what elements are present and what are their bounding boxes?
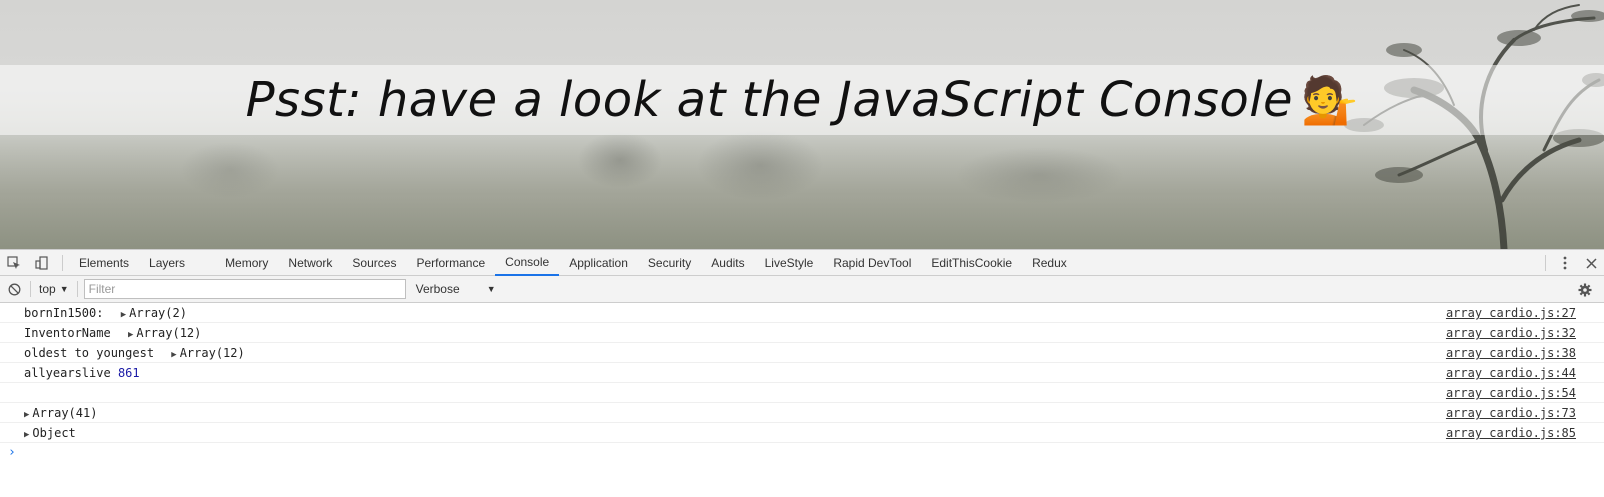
console-message: bornIn1500: ▶ Array(2) array cardio.js:27 — [0, 303, 1604, 323]
devtools-tabbar: Elements Layers Memory Network Sources Perfor… — [0, 250, 1604, 276]
devtools-panel: Elements Layers Memory Network Sources Perfor… — [0, 249, 1604, 497]
tab-memory[interactable]: Memory — [215, 250, 278, 276]
console-message: array cardio.js:54 — [0, 383, 1604, 403]
expand-triangle-icon[interactable]: ▶ — [121, 305, 126, 325]
tab-list: Elements Layers Memory Network Sources Perfor… — [69, 250, 1077, 276]
source-link[interactable]: array cardio.js:73 — [1446, 403, 1576, 423]
source-link[interactable]: array cardio.js:27 — [1446, 303, 1576, 323]
console-message: ▶ Array(41) array cardio.js:73 — [0, 403, 1604, 423]
console-output: bornIn1500: ▶ Array(2) array cardio.js:27 I… — [0, 303, 1604, 443]
tab-performance[interactable]: Performance — [406, 250, 495, 276]
tabbar-actions — [1545, 250, 1604, 276]
banner-title: Psst: have a look at the JavaScript Cons… — [245, 72, 1294, 128]
source-link[interactable]: array cardio.js:38 — [1446, 343, 1576, 363]
context-selector[interactable]: top ▼ — [33, 279, 75, 299]
expandable-value[interactable]: Array(2) — [129, 306, 187, 320]
source-link[interactable]: array cardio.js:54 — [1446, 383, 1576, 403]
tab-security[interactable]: Security — [638, 250, 701, 276]
expandable-value[interactable]: Object — [32, 426, 75, 440]
console-toolbar: top ▼ Verbose ▼ — [0, 276, 1604, 303]
tab-separator — [1545, 255, 1546, 271]
tab-audits[interactable]: Audits — [701, 250, 754, 276]
log-levels-label: Verbose — [415, 282, 460, 296]
gear-icon[interactable] — [1572, 277, 1598, 303]
source-link[interactable]: array cardio.js:32 — [1446, 323, 1576, 343]
console-message: ▶ Object array cardio.js:85 — [0, 423, 1604, 443]
tab-elements[interactable]: Elements — [69, 250, 139, 276]
console-prompt[interactable]: › — [0, 443, 1604, 463]
console-message: oldest to youngest ▶ Array(12) array cardi… — [0, 343, 1604, 363]
message-label: InventorName — [24, 326, 111, 340]
tab-redux[interactable]: Redux — [1022, 250, 1077, 276]
expand-triangle-icon[interactable]: ▶ — [24, 405, 29, 425]
chevron-down-icon: ▼ — [59, 284, 69, 294]
message-label: bornIn1500: — [24, 306, 104, 320]
console-message: InventorName ▶ Array(12) array cardio.js:3… — [0, 323, 1604, 343]
console-message: allyearslive 861 array cardio.js:44 — [0, 363, 1604, 383]
message-value: 861 — [117, 366, 140, 380]
clear-console-icon[interactable] — [0, 276, 28, 302]
expandable-value[interactable]: Array(12) — [136, 326, 201, 340]
tab-layers[interactable]: Layers — [139, 250, 195, 276]
expand-triangle-icon[interactable]: ▶ — [128, 325, 133, 345]
tab-editthiscookie[interactable]: EditThisCookie — [921, 250, 1022, 276]
tab-console[interactable]: Console — [495, 250, 560, 276]
context-label: top — [39, 282, 56, 296]
banner-emoji: 💁 — [1301, 73, 1359, 126]
toolbar-separator — [30, 281, 31, 297]
more-options-icon[interactable] — [1552, 250, 1578, 276]
toolbar-actions — [1572, 276, 1598, 303]
toolbar-separator — [76, 281, 78, 297]
source-link[interactable]: array cardio.js:44 — [1446, 363, 1576, 383]
message-label: allyearslive — [24, 366, 111, 380]
tab-network[interactable]: Network — [278, 250, 342, 276]
expand-triangle-icon[interactable]: ▶ — [171, 345, 176, 365]
tab-rapid-devtool[interactable]: Rapid DevTool — [823, 250, 921, 276]
message-label: oldest to youngest — [24, 346, 155, 360]
expand-triangle-icon[interactable]: ▶ — [24, 425, 29, 445]
tab-sources[interactable]: Sources — [342, 250, 406, 276]
tab-separator — [62, 254, 63, 271]
close-icon[interactable] — [1578, 250, 1604, 276]
device-toolbar-icon[interactable] — [28, 250, 56, 276]
banner: Psst: have a look at the JavaScript Cons… — [0, 65, 1604, 135]
log-levels-dropdown[interactable]: Verbose ▼ — [416, 282, 496, 296]
expandable-value[interactable]: Array(41) — [32, 406, 97, 420]
expandable-value[interactable]: Array(12) — [180, 346, 245, 360]
page-viewport: Psst: have a look at the JavaScript Cons… — [0, 0, 1604, 249]
tab-livestyle[interactable]: LiveStyle — [755, 250, 824, 276]
filter-input[interactable] — [83, 279, 406, 299]
chevron-down-icon: ▼ — [486, 284, 496, 294]
source-link[interactable]: array cardio.js:85 — [1446, 423, 1576, 443]
inspect-element-icon[interactable] — [0, 250, 28, 276]
tab-application[interactable]: Application — [559, 250, 638, 276]
